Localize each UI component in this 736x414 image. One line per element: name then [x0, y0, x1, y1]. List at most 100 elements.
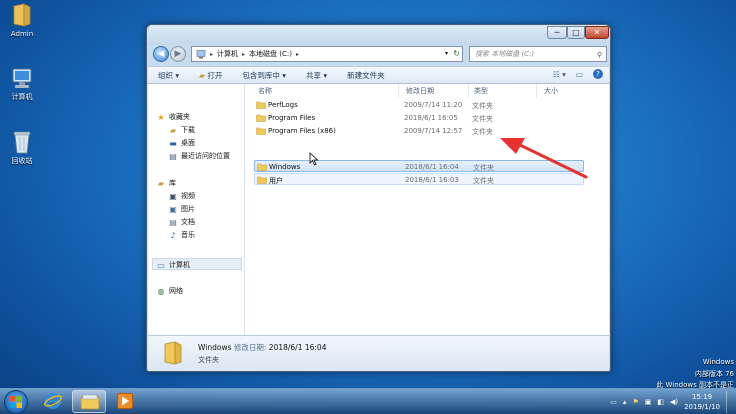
- forward-button[interactable]: ▶: [170, 46, 186, 62]
- search-input[interactable]: 搜索 本地磁盘 (C:) ⚲: [469, 46, 607, 62]
- sidebar-item-desktop[interactable]: ▬ 桌面: [168, 138, 195, 148]
- sidebar-item-recent[interactable]: ▤ 最近访问的位置: [168, 151, 230, 161]
- show-desktop-button[interactable]: [726, 391, 732, 413]
- arrow-right-icon: ▶: [174, 49, 182, 59]
- media-player-icon: [117, 393, 133, 409]
- view-options-icon[interactable]: ☷ ▾: [553, 70, 566, 79]
- downloads-folder-icon: ▰: [169, 125, 177, 135]
- share-button[interactable]: 共享 ▾: [296, 70, 337, 81]
- column-header-type[interactable]: 类型: [474, 86, 488, 96]
- row-name: Program Files (x86): [268, 127, 336, 135]
- explorer-folder-icon: [80, 394, 100, 410]
- folder-icon: [257, 163, 267, 173]
- sidebar-item-libraries[interactable]: ▰ 库: [156, 178, 176, 188]
- desktop-icon-computer[interactable]: 计算机: [0, 68, 44, 102]
- breadcrumb-computer[interactable]: 计算机: [217, 49, 238, 59]
- desktop-icon: ▬: [169, 138, 177, 148]
- flag-icon[interactable]: ⚑: [632, 398, 638, 406]
- tray-chevron-icon[interactable]: ▴: [623, 398, 627, 406]
- taskbar: ▭ ▴ ⚑ ▣ ◧ ◀) 15:19 2019/1/10: [0, 388, 736, 414]
- close-button[interactable]: ✕: [585, 26, 609, 39]
- breadcrumb-local-disk[interactable]: 本地磁盘 (C:): [249, 49, 292, 59]
- network-icon: ◍: [157, 286, 165, 296]
- clock[interactable]: 15:19 2019/1/10: [684, 392, 720, 412]
- keyboard-icon[interactable]: ▭: [610, 398, 617, 406]
- taskbar-ie-button[interactable]: [36, 390, 70, 413]
- title-bar[interactable]: ─ □ ✕: [147, 25, 610, 45]
- folder-large-icon: [164, 341, 182, 365]
- row-type: 文件夹: [473, 177, 494, 185]
- column-header-size[interactable]: 大小: [544, 86, 558, 96]
- column-header-name[interactable]: 名称: [258, 86, 272, 96]
- arrow-left-icon: ◀: [157, 49, 165, 59]
- table-row[interactable]: Program Files 2018/6/1 16:05 文件夹: [254, 112, 584, 124]
- network-tray-icon[interactable]: ◧: [657, 398, 664, 406]
- preview-pane-icon[interactable]: ▭: [576, 70, 583, 79]
- navigation-bar: ◀ ▶ ▸ 计算机 ▸ 本地磁盘 (C:) ▸ ▾ ↻ 搜索 本地磁盘 (C:)…: [151, 44, 607, 66]
- table-row-selected[interactable]: Windows 2018/6/1 16:04 文件夹: [254, 160, 584, 172]
- content-area: ★ 收藏夹 ▰ 下载 ▬ 桌面 ▤ 最近访问的位置 ▰ 库 ▣ 视频 ▣ 图片 …: [148, 84, 609, 335]
- desktop-icon-recycle-bin[interactable]: 回收站: [0, 130, 44, 166]
- include-in-library-button[interactable]: 包含到库中 ▾: [232, 70, 296, 81]
- row-date: 2009/7/14 11:20: [404, 101, 463, 109]
- command-bar: 组织 ▾ ▰ 打开 包含到库中 ▾ 共享 ▾ 新建文件夹 ☷ ▾ ▭ ?: [148, 66, 609, 84]
- row-type: 文件夹: [472, 115, 493, 123]
- table-row[interactable]: PerfLogs 2009/7/14 11:20 文件夹: [254, 99, 584, 111]
- navigation-pane: ★ 收藏夹 ▰ 下载 ▬ 桌面 ▤ 最近访问的位置 ▰ 库 ▣ 视频 ▣ 图片 …: [148, 84, 245, 335]
- back-button[interactable]: ◀: [153, 46, 169, 62]
- refresh-icon[interactable]: ↻: [453, 49, 460, 58]
- taskbar-media-button[interactable]: [108, 390, 142, 413]
- sidebar-item-pictures[interactable]: ▣ 图片: [168, 204, 195, 214]
- star-icon: ★: [157, 112, 165, 122]
- column-header-date[interactable]: 修改日期: [406, 86, 434, 96]
- sidebar-item-favorites[interactable]: ★ 收藏夹: [156, 112, 190, 122]
- table-row-hover[interactable]: 用户 2018/6/1 16:03 文件夹: [254, 173, 584, 185]
- open-button[interactable]: ▰ 打开: [189, 70, 232, 81]
- maximize-button[interactable]: □: [567, 26, 585, 39]
- documents-icon: ▤: [169, 217, 177, 227]
- activation-watermark-line2: 内部版本 76: [694, 370, 734, 378]
- column-divider[interactable]: [398, 84, 399, 98]
- new-folder-button[interactable]: 新建文件夹: [337, 70, 395, 81]
- sidebar-item-music[interactable]: ♪ 音乐: [168, 230, 195, 240]
- computer-small-icon: [196, 49, 206, 58]
- sidebar-item-label: 库: [169, 179, 176, 187]
- sidebar-item-videos[interactable]: ▣ 视频: [168, 191, 195, 201]
- sidebar-item-network[interactable]: ◍ 网络: [156, 286, 184, 296]
- column-divider[interactable]: [536, 84, 537, 98]
- row-type: 文件夹: [472, 102, 493, 110]
- address-dropdown-icon[interactable]: ▾: [445, 50, 448, 57]
- folder-icon: [256, 101, 266, 111]
- breadcrumb-separator[interactable]: ▸: [296, 51, 299, 58]
- row-name: 用户: [269, 177, 283, 185]
- taskbar-explorer-button[interactable]: [72, 390, 106, 413]
- column-divider[interactable]: [468, 84, 469, 98]
- details-date-label: 修改日期:: [233, 343, 267, 352]
- organize-button[interactable]: 组织 ▾: [148, 70, 189, 81]
- sidebar-item-label: 视频: [181, 192, 195, 200]
- sidebar-item-documents[interactable]: ▤ 文档: [168, 217, 195, 227]
- table-row[interactable]: Program Files (x86) 2009/7/14 12:57 文件夹: [254, 125, 584, 137]
- details-name: Windows: [198, 343, 232, 352]
- display-icon[interactable]: ▣: [645, 398, 652, 406]
- breadcrumb-separator[interactable]: ▸: [210, 51, 213, 58]
- desktop-icon-label: Admin: [10, 30, 34, 38]
- sidebar-item-computer[interactable]: ▭ 计算机: [156, 260, 190, 270]
- volume-icon[interactable]: ◀): [670, 398, 678, 406]
- help-icon[interactable]: ?: [593, 69, 603, 79]
- recycle-bin-icon: [13, 131, 31, 154]
- minimize-button[interactable]: ─: [547, 26, 567, 39]
- address-bar[interactable]: ▸ 计算机 ▸ 本地磁盘 (C:) ▸ ▾ ↻: [191, 46, 463, 62]
- start-button[interactable]: [4, 390, 28, 414]
- search-icon: ⚲: [596, 51, 602, 59]
- activation-watermark-line1: Windows: [702, 358, 734, 366]
- row-type: 文件夹: [472, 128, 493, 136]
- internet-explorer-icon: [44, 393, 62, 409]
- sidebar-item-label: 收藏夹: [169, 113, 190, 121]
- library-icon: ▰: [157, 178, 165, 188]
- sidebar-item-downloads[interactable]: ▰ 下载: [168, 125, 195, 135]
- desktop-icon-admin[interactable]: Admin: [0, 2, 44, 38]
- row-date: 2018/6/1 16:04: [405, 163, 459, 171]
- folder-icon: [256, 114, 266, 124]
- breadcrumb-separator[interactable]: ▸: [242, 51, 245, 58]
